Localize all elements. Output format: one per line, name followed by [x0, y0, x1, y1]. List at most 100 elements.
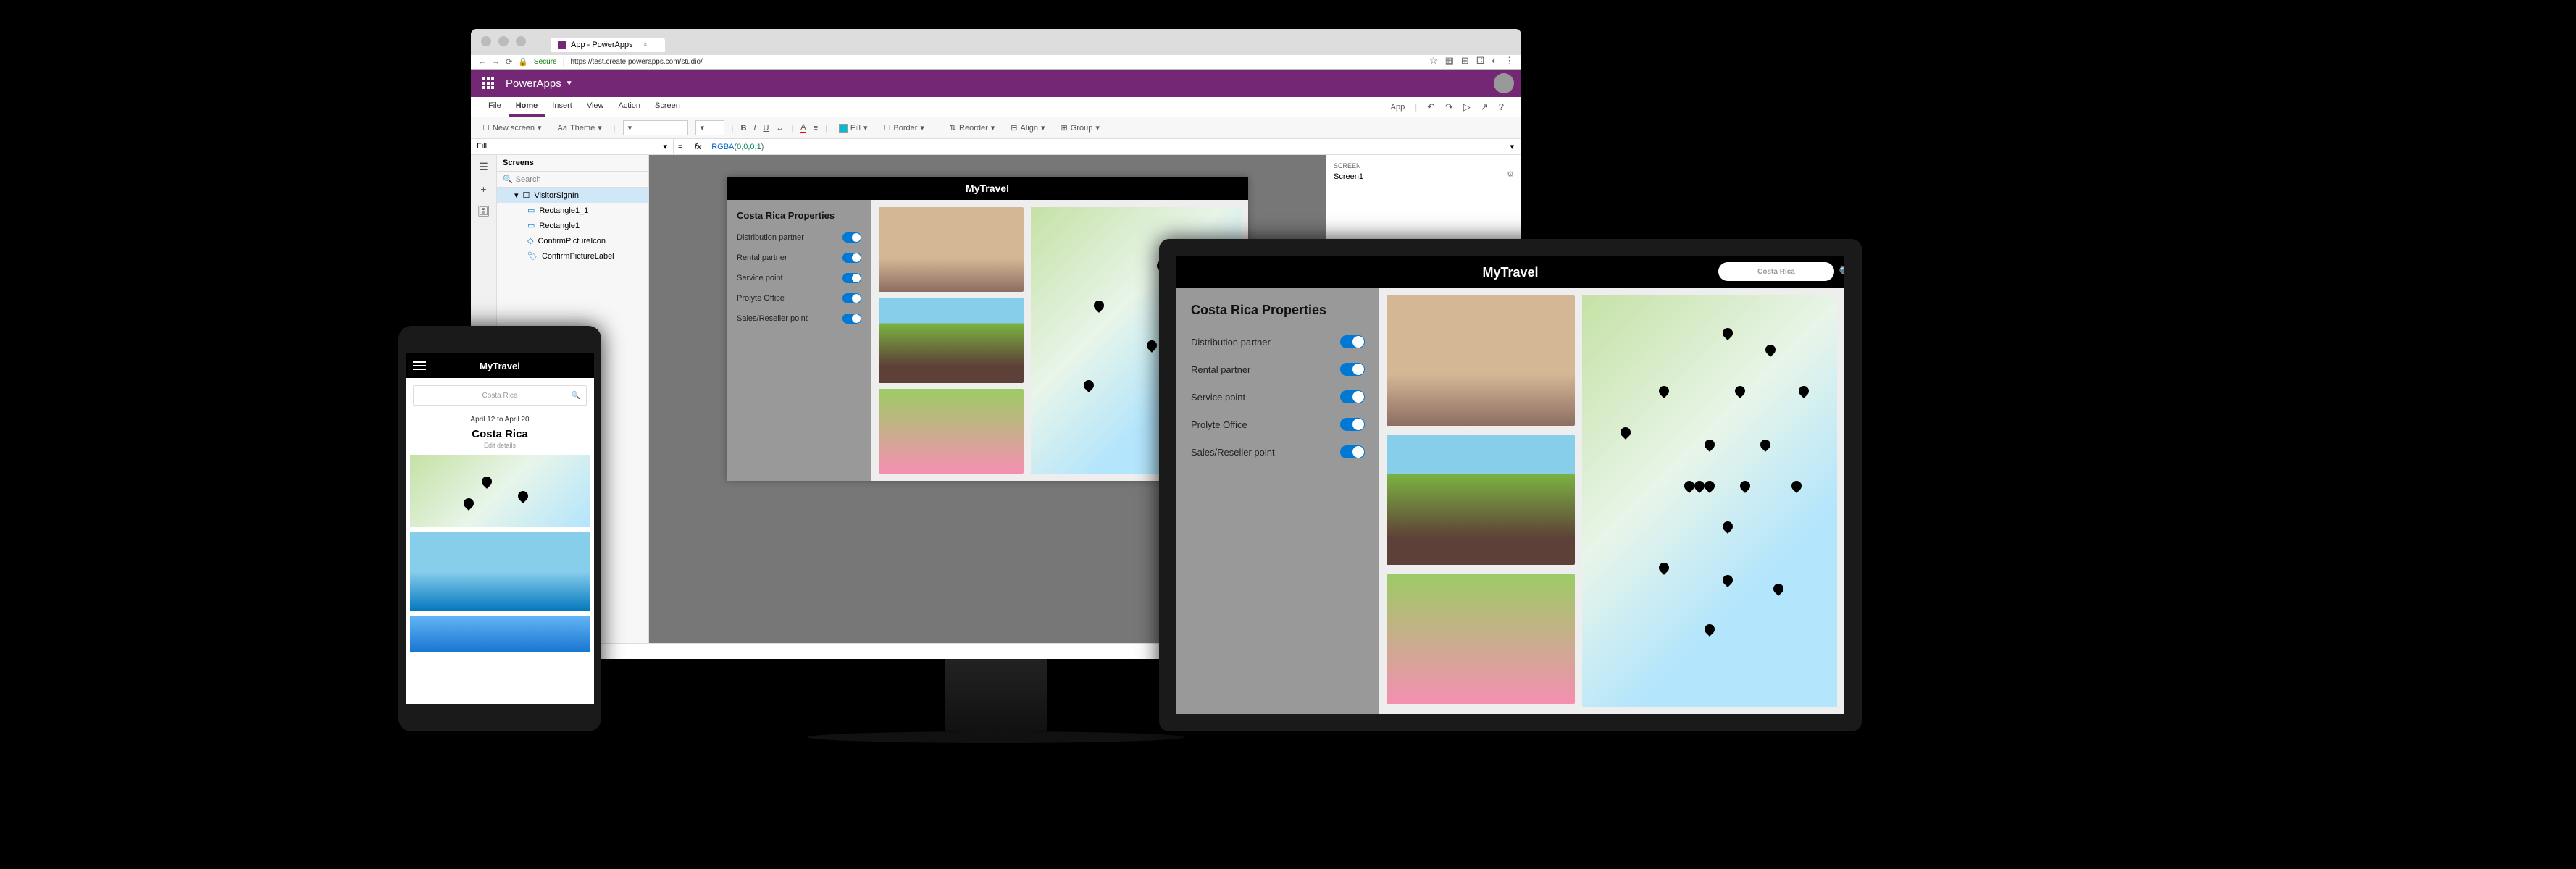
map-pin-icon[interactable] — [1705, 440, 1715, 453]
search-input[interactable]: Costa Rica 🔍 — [413, 385, 587, 406]
map-pin-icon[interactable] — [1621, 427, 1631, 440]
tab-home[interactable]: Home — [509, 97, 545, 117]
property-photo[interactable] — [1387, 295, 1575, 426]
font-color-icon[interactable]: A — [800, 123, 806, 133]
tab-file[interactable]: File — [481, 97, 509, 117]
chevron-down-icon[interactable]: ▼ — [566, 80, 573, 88]
formula-expand-icon[interactable]: ▾ — [1502, 142, 1521, 151]
extension-icon[interactable]: ▦ — [1445, 55, 1454, 67]
map-pin-icon[interactable] — [1659, 563, 1669, 576]
redo-icon[interactable]: ↷ — [1445, 101, 1453, 113]
property-photo[interactable] — [1387, 434, 1575, 565]
map-pin-icon[interactable] — [464, 498, 474, 511]
bold-icon[interactable]: B — [740, 124, 746, 133]
map-pin-icon[interactable] — [1723, 328, 1733, 341]
map-pin-icon[interactable] — [1723, 521, 1733, 534]
italic-icon[interactable]: I — [753, 124, 756, 133]
font-size-select[interactable]: ▾ — [695, 120, 724, 135]
app-launcher-icon[interactable] — [478, 73, 498, 93]
map-pin-icon[interactable] — [1740, 481, 1750, 494]
browser-menu-icon[interactable]: ⋮ — [1505, 55, 1514, 67]
tab-close-icon[interactable]: × — [643, 41, 648, 49]
map-pin-icon[interactable] — [1765, 345, 1776, 358]
map-view[interactable] — [1582, 295, 1837, 707]
share-icon[interactable]: ↗ — [1481, 101, 1489, 113]
tree-search-input[interactable]: 🔍 Search — [497, 172, 648, 188]
search-icon[interactable]: 🔍 — [572, 392, 580, 400]
map-pin-icon[interactable] — [1094, 301, 1104, 314]
props-gear-icon[interactable]: ⚙ — [1507, 169, 1514, 179]
property-photo[interactable] — [1387, 574, 1575, 704]
property-select[interactable]: Fill▾ — [471, 139, 674, 154]
hamburger-icon[interactable] — [413, 361, 426, 370]
filter-toggle[interactable] — [1340, 390, 1365, 403]
filter-toggle[interactable] — [1340, 445, 1365, 458]
filter-toggle[interactable] — [842, 293, 861, 303]
tree-item[interactable]: ▭ Rectangle1 — [497, 218, 648, 233]
product-title[interactable]: PowerApps — [506, 77, 561, 90]
tree-screen-item[interactable]: ▾ ☐ VisitorSignIn — [497, 188, 648, 203]
property-photo[interactable] — [879, 207, 1024, 292]
tab-screen[interactable]: Screen — [648, 97, 687, 117]
filter-toggle[interactable] — [842, 314, 861, 324]
search-input[interactable]: Costa Rica 🔍 — [1718, 262, 1834, 281]
underline-icon[interactable]: U — [763, 124, 769, 133]
data-icon[interactable]: 🗄 — [477, 205, 490, 217]
map-pin-icon[interactable] — [482, 477, 492, 490]
address-bar[interactable]: ← → ⟳ 🔒 Secure | https://test.create.pow… — [471, 55, 1521, 69]
tab-view[interactable]: View — [580, 97, 611, 117]
extension-icon[interactable]: ⊞ — [1461, 55, 1469, 67]
window-close-button[interactable] — [481, 36, 491, 46]
edit-details-link[interactable]: Edit details — [406, 442, 594, 455]
filter-toggle[interactable] — [842, 273, 861, 283]
map-view[interactable] — [410, 455, 590, 527]
tab-insert[interactable]: Insert — [545, 97, 580, 117]
map-pin-icon[interactable] — [1773, 584, 1783, 597]
search-icon[interactable]: 🔍 — [1839, 266, 1844, 278]
property-photo[interactable] — [410, 532, 590, 611]
map-pin-icon[interactable] — [1705, 624, 1715, 637]
formula-input[interactable]: RGBA(0,0,0,1) — [708, 139, 1502, 154]
filter-toggle[interactable] — [1340, 418, 1365, 431]
tree-item[interactable]: 🏷 ConfirmPictureLabel — [497, 248, 648, 264]
map-pin-icon[interactable] — [1735, 386, 1745, 399]
map-pin-icon[interactable] — [1791, 481, 1802, 494]
filter-toggle[interactable] — [1340, 335, 1365, 348]
theme-button[interactable]: AaTheme▾ — [553, 121, 606, 135]
map-pin-icon[interactable] — [1084, 380, 1094, 393]
map-pin-icon[interactable] — [1799, 386, 1809, 399]
map-pin-icon[interactable] — [1723, 575, 1733, 588]
border-button[interactable]: ☐Border▾ — [879, 121, 929, 135]
user-avatar[interactable] — [1494, 73, 1514, 93]
map-pin-icon[interactable] — [1705, 481, 1715, 494]
tree-item[interactable]: ▭ Rectangle1_1 — [497, 203, 648, 218]
tree-item[interactable]: ◇ ConfirmPictureIcon — [497, 233, 648, 248]
map-pin-icon[interactable] — [1694, 481, 1705, 494]
filter-toggle[interactable] — [842, 253, 861, 263]
map-pin-icon[interactable] — [1684, 481, 1694, 494]
map-pin-icon[interactable] — [1659, 386, 1669, 399]
map-pin-icon[interactable] — [518, 491, 528, 504]
forward-icon[interactable]: → — [492, 57, 500, 67]
new-screen-button[interactable]: ☐New screen▾ — [478, 121, 545, 135]
window-minimize-button[interactable] — [498, 36, 509, 46]
strike-icon[interactable]: ↔ — [776, 124, 784, 133]
map-pin-icon[interactable] — [1760, 440, 1770, 453]
property-photo[interactable] — [410, 616, 590, 652]
filter-toggle[interactable] — [1340, 363, 1365, 376]
tree-view-icon[interactable]: ☰ — [479, 161, 488, 173]
reorder-button[interactable]: ⇅Reorder▾ — [945, 121, 1000, 135]
undo-icon[interactable]: ↶ — [1427, 101, 1435, 113]
fill-button[interactable]: Fill▾ — [835, 121, 872, 135]
map-pin-icon[interactable] — [1147, 340, 1157, 353]
property-photo[interactable] — [879, 298, 1024, 382]
reload-icon[interactable]: ⟳ — [506, 57, 512, 67]
insert-icon[interactable]: + — [480, 183, 486, 195]
app-label[interactable]: App — [1391, 103, 1405, 112]
extension-icon[interactable]: ☆ — [1429, 55, 1438, 67]
extension-icon[interactable]: ⚃ — [1476, 55, 1484, 67]
group-button[interactable]: ⊞Group▾ — [1057, 121, 1104, 135]
filter-toggle[interactable] — [842, 232, 861, 243]
back-icon[interactable]: ← — [478, 57, 486, 67]
browser-tab[interactable]: App - PowerApps × — [551, 38, 665, 52]
